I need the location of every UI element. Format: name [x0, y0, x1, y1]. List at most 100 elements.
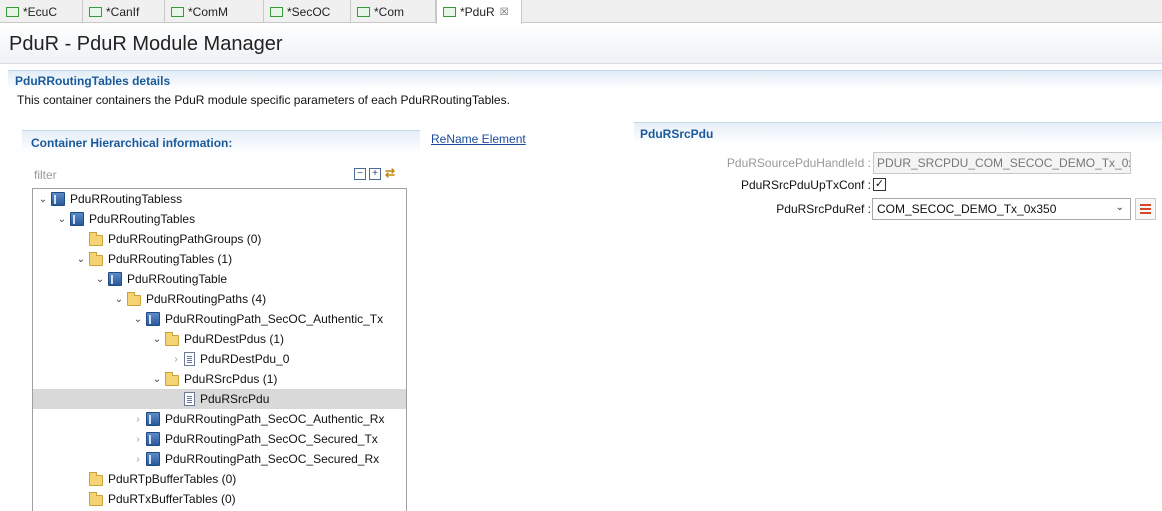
collapse-chevron-icon[interactable]: ›: [130, 429, 146, 449]
section-description: This container containers the PduR modul…: [17, 93, 510, 107]
tree-item[interactable]: ⌄ PduRRoutingTabless: [33, 189, 406, 209]
folder-icon: [89, 471, 103, 486]
tree-item-label: PduRDestPdu_0: [200, 352, 290, 366]
reference-list-icon[interactable]: [1135, 198, 1156, 220]
tab-secoc[interactable]: *SecOC: [264, 0, 351, 23]
container-icon: [70, 212, 84, 226]
filter-input[interactable]: filter: [34, 168, 57, 182]
container-icon: [146, 452, 160, 466]
tree-item[interactable]: ⌄ PduRRoutingTables: [33, 209, 406, 229]
tree-item[interactable]: PduRSrcPdu: [33, 389, 406, 409]
tab-ecuc[interactable]: *EcuC: [0, 0, 83, 23]
up-tx-conf-checkbox[interactable]: ✓: [873, 178, 886, 191]
expand-chevron-icon[interactable]: ⌄: [54, 209, 70, 229]
tree-item-label: PduRTxBufferTables (0): [108, 492, 236, 506]
tree-item[interactable]: PduRTpBufferTables (0): [33, 469, 406, 489]
tree-item[interactable]: ⌄ PduRRoutingPath_SecOC_Authentic_Tx: [33, 309, 406, 329]
panel-title: PduRSrcPdu: [640, 127, 714, 141]
container-icon: [146, 412, 160, 426]
tab-label: *SecOC: [287, 4, 331, 19]
close-icon[interactable]: ☒: [500, 7, 509, 18]
tab-label: *CanIf: [106, 4, 140, 19]
tree-item[interactable]: PduRTxBufferTables (0): [33, 489, 406, 509]
expand-all-icon[interactable]: +: [369, 168, 381, 180]
editor-header: PduR - PduR Module Manager: [0, 24, 1162, 64]
properties-panel: PduRSrcPdu PduRSourcePduHandleId : PDUR_…: [634, 122, 1162, 232]
module-icon: [171, 6, 184, 17]
tree-toolbar: − + ⇄: [354, 167, 396, 180]
document-icon: [184, 392, 195, 406]
tree-item-label: PduRRoutingPathGroups (0): [108, 232, 262, 246]
tree-item[interactable]: › PduRRoutingPath_SecOC_Secured_Rx: [33, 449, 406, 469]
tree-item-label: PduRRoutingPaths (4): [146, 292, 267, 306]
tree-item[interactable]: PduRRoutingPathGroups (0): [33, 229, 406, 249]
tab-com[interactable]: *Com: [351, 0, 436, 23]
tab-label: *Com: [374, 4, 405, 19]
module-icon: [357, 6, 370, 17]
tab-comm[interactable]: *ComM: [165, 0, 264, 23]
tree-item-label: PduRSrcPdu: [200, 392, 270, 406]
expand-chevron-icon[interactable]: ⌄: [111, 289, 127, 309]
tree-item-label: PduRTpBufferTables (0): [108, 472, 237, 486]
tree-item-label: PduRSrcPdus (1): [184, 372, 278, 386]
handle-id-row: PduRSourcePduHandleId : PDUR_SRCPDU_COM_…: [634, 152, 1162, 174]
collapse-all-icon[interactable]: −: [354, 168, 366, 180]
tree-item[interactable]: ⌄ PduRRoutingPaths (4): [33, 289, 406, 309]
details-section-header: PduRRoutingTables details: [8, 70, 1162, 90]
container-icon: [108, 272, 122, 286]
tab-label: *ComM: [188, 4, 229, 19]
folder-icon: [89, 491, 103, 506]
select-value: COM_SECOC_DEMO_Tx_0x350: [877, 202, 1057, 216]
section-title: PduRRoutingTables details: [15, 74, 171, 88]
tree-item-label: PduRRoutingPath_SecOC_Secured_Rx: [165, 452, 380, 466]
src-pdu-ref-row: PduRSrcPduRef : COM_SECOC_DEMO_Tx_0x350 …: [634, 198, 1162, 220]
tree-item[interactable]: ⌄ PduRDestPdus (1): [33, 329, 406, 349]
tab-canif[interactable]: *CanIf: [83, 0, 165, 23]
page-title: PduR - PduR Module Manager: [9, 33, 283, 55]
tree-item[interactable]: ⌄ PduRRoutingTables (1): [33, 249, 406, 269]
sync-icon[interactable]: ⇄: [384, 167, 396, 180]
container-icon: [51, 192, 65, 206]
tree-item[interactable]: › PduRDestPdu_0: [33, 349, 406, 369]
container-icon: [146, 312, 160, 326]
expand-chevron-icon[interactable]: ⌄: [92, 269, 108, 289]
tab-label: *PduR: [460, 5, 495, 19]
expand-chevron-icon[interactable]: ⌄: [149, 329, 165, 349]
tree-item-label: PduRRoutingPath_SecOC_Authentic_Tx: [165, 312, 384, 326]
src-pdu-ref-select[interactable]: COM_SECOC_DEMO_Tx_0x350 ⌄: [872, 198, 1131, 220]
up-tx-conf-row: PduRSrcPduUpTxConf : ✓: [634, 174, 1162, 196]
module-icon: [270, 6, 283, 17]
panel-header: Container Hierarchical information:: [22, 130, 420, 154]
tree-item[interactable]: ⌄ PduRRoutingTable: [33, 269, 406, 289]
expand-chevron-icon[interactable]: ⌄: [130, 309, 146, 329]
module-icon: [89, 6, 102, 17]
container-tree[interactable]: ⌄ PduRRoutingTabless ⌄ PduRRoutingTables Pdu…: [32, 188, 407, 511]
tab-pdur[interactable]: *PduR ☒: [436, 0, 522, 24]
tree-item-label: PduRRoutingTable: [127, 272, 228, 286]
expand-chevron-icon[interactable]: ⌄: [73, 249, 89, 269]
tree-item[interactable]: › PduRRoutingPath_SecOC_Secured_Tx: [33, 429, 406, 449]
tab-label: *EcuC: [23, 4, 58, 19]
chevron-down-icon: ⌄: [1115, 202, 1124, 213]
tree-item[interactable]: ⌄ PduRSrcPdus (1): [33, 369, 406, 389]
tree-item-label: PduRRoutingPath_SecOC_Secured_Tx: [165, 432, 378, 446]
document-icon: [184, 352, 195, 366]
panel-header: PduRSrcPdu: [634, 122, 1162, 144]
collapse-chevron-icon[interactable]: ›: [130, 409, 146, 429]
handle-id-field: PDUR_SRCPDU_COM_SECOC_DEMO_Tx_0x3: [873, 152, 1131, 174]
editor-tab-bar: *EcuC *CanIf *ComM *SecOC *Com *PduR ☒: [0, 0, 1162, 24]
rename-element-link[interactable]: ReName Element: [431, 132, 526, 146]
module-icon: [443, 7, 456, 17]
tree-item[interactable]: › PduRRoutingPath_SecOC_Authentic_Rx: [33, 409, 406, 429]
folder-icon: [89, 231, 103, 246]
tree-item-label: PduRRoutingTables (1): [108, 252, 233, 266]
handle-id-label: PduRSourcePduHandleId :: [726, 156, 871, 170]
expand-chevron-icon[interactable]: ⌄: [149, 369, 165, 389]
collapse-chevron-icon[interactable]: ›: [130, 449, 146, 469]
tree-item-label: PduRRoutingTabless: [70, 192, 183, 206]
expand-chevron-icon[interactable]: ⌄: [35, 189, 51, 209]
panel-title: Container Hierarchical information:: [31, 136, 233, 150]
src-pdu-ref-label: PduRSrcPduRef :: [776, 202, 871, 216]
collapse-chevron-icon[interactable]: ›: [168, 349, 184, 369]
